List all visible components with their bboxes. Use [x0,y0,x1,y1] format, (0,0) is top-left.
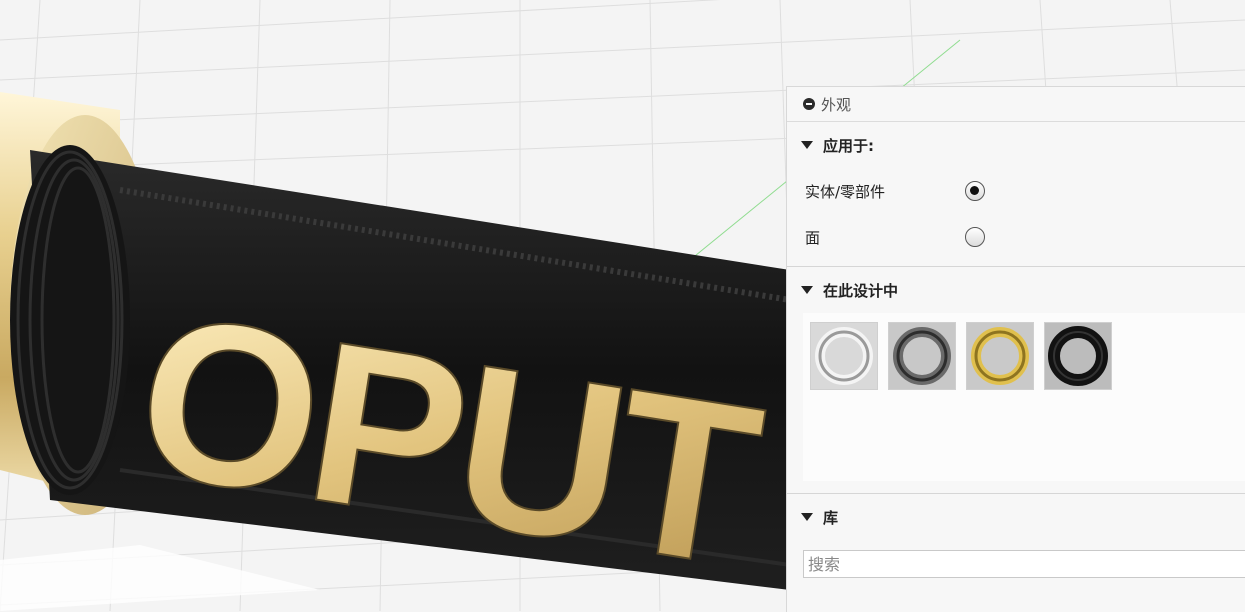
radio-row-body[interactable]: 实体/零部件 [787,168,1245,214]
triangle-down-icon[interactable] [801,141,813,149]
radio-body[interactable] [965,181,985,201]
radio-label-face: 面 [805,228,821,247]
triangle-down-icon[interactable] [801,513,813,521]
black-rubber-ring-swatch[interactable] [1045,323,1111,389]
radio-row-face[interactable]: 面 [787,214,1245,260]
section-apply-to[interactable]: 应用于: [787,122,1245,168]
dark-steel-ring-swatch[interactable] [889,323,955,389]
section-in-design[interactable]: 在此设计中 [787,267,1245,313]
search-input[interactable] [803,550,1245,578]
in-design-label: 在此设计中 [823,281,899,300]
panel-title: 外观 [821,95,852,114]
radio-face[interactable] [965,227,985,247]
apply-to-label: 应用于: [823,136,874,155]
grip-end [10,145,130,495]
swatch-area [803,313,1245,481]
library-label: 库 [823,508,839,527]
section-library[interactable]: 库 [787,494,1245,540]
panel-header[interactable]: 外观 [787,87,1245,122]
triangle-down-icon[interactable] [801,286,813,294]
appearance-panel: 外观 应用于: 实体/零部件 面 在此设计中 库 搜索 [786,86,1245,612]
gold-ring-swatch[interactable] [967,323,1033,389]
radio-label-body: 实体/零部件 [805,182,886,201]
collapse-icon[interactable] [803,98,815,110]
chrome-ring-swatch[interactable] [811,323,877,389]
